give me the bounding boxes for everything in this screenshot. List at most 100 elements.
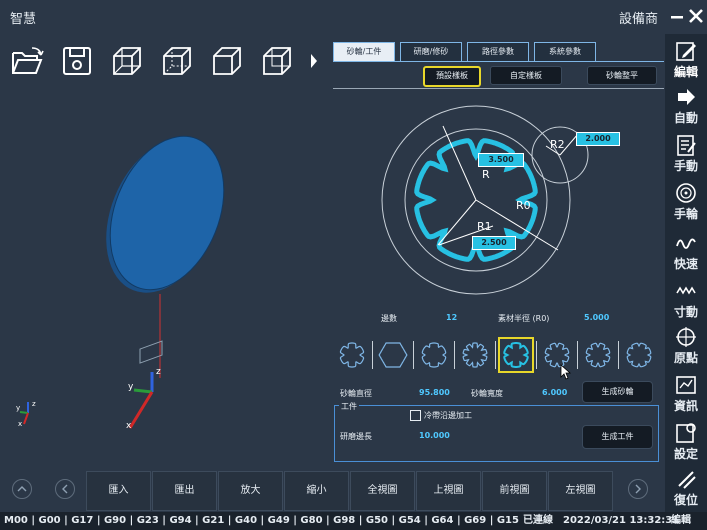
- view-shaded-button[interactable]: [210, 44, 244, 78]
- scroll-right-button[interactable]: [628, 479, 648, 499]
- cube-solid-icon: [213, 47, 241, 75]
- sidebar-item-handwheel[interactable]: 手輪: [665, 180, 707, 224]
- edges-label: 邊數: [381, 314, 397, 323]
- profile-diagram: R2 R R1 R0: [381, 105, 589, 295]
- front-view-button[interactable]: 前視圖: [482, 471, 547, 511]
- info-chart-icon: [676, 376, 696, 394]
- settings-gear-icon: [676, 423, 696, 443]
- tab-system-params[interactable]: 系統參數: [534, 42, 596, 61]
- preset-template-button[interactable]: 預設樣板: [423, 66, 481, 87]
- floppy-disk-icon: [63, 47, 91, 75]
- chevron-left-icon: [62, 484, 68, 494]
- cube-hidden-line-icon: [163, 47, 191, 75]
- sidebar-item-edit[interactable]: 編輯: [665, 38, 707, 82]
- r1-value-box[interactable]: 2.500: [472, 236, 516, 250]
- scroll-left-button[interactable]: [55, 479, 75, 499]
- workpiece-title: 工件: [339, 401, 359, 412]
- chevron-up-icon: [17, 486, 27, 492]
- sidebar-item-settings[interactable]: 設定: [665, 420, 707, 464]
- svg-text:y: y: [16, 404, 20, 412]
- shape-template-2: [378, 341, 414, 369]
- full-view-button[interactable]: 全視圖: [350, 471, 415, 511]
- tab-divider: [333, 61, 664, 62]
- rapid-wave-icon: [676, 238, 696, 249]
- tab-grind-dress[interactable]: 研磨/修砂: [400, 42, 462, 61]
- handwheel-icon: [676, 183, 696, 203]
- left-view-button[interactable]: 左視圖: [548, 471, 613, 511]
- wheel-flatten-button[interactable]: 砂輪整平: [587, 66, 657, 85]
- save-button[interactable]: [60, 44, 94, 78]
- generate-wheel-button[interactable]: 生成砂輪: [582, 381, 653, 403]
- shape-template-8: [626, 342, 652, 368]
- cube-wireframe-icon: [113, 47, 141, 75]
- sidebar-item-info[interactable]: 資訊: [665, 372, 707, 416]
- shape-template-4: [462, 341, 496, 369]
- shape-template-5: [498, 337, 537, 373]
- svg-text:z: z: [32, 400, 36, 408]
- gcode-status: M00 | G00 | G17 | G90 | G23 | G94 | G21 …: [4, 515, 519, 526]
- r2-label: R2: [550, 138, 565, 151]
- tab-wheel-workpiece[interactable]: 砂輪/工件: [333, 42, 395, 61]
- mode-status: 編輯: [671, 515, 691, 526]
- custom-template-button[interactable]: 自定樣板: [490, 66, 562, 85]
- sidebar-item-jog[interactable]: 寸動: [665, 278, 707, 322]
- wheel-diameter-value[interactable]: 95.800: [419, 388, 450, 397]
- r0-label: R0: [516, 199, 531, 212]
- grind-length-label: 研磨邊長: [340, 432, 372, 441]
- zoom-in-button[interactable]: 放大: [218, 471, 283, 511]
- sidebar-item-rapid[interactable]: 快速: [665, 230, 707, 274]
- zoom-out-button[interactable]: 縮小: [284, 471, 349, 511]
- import-button[interactable]: 匯入: [86, 471, 151, 511]
- r2-value-box[interactable]: 2.000: [576, 132, 620, 146]
- r-value-box[interactable]: 3.500: [478, 153, 524, 167]
- crosshair-icon: [676, 327, 696, 347]
- sidebar-item-origin[interactable]: 原點: [665, 324, 707, 368]
- minimize-icon[interactable]: [670, 6, 684, 26]
- view-shaded-edges-button[interactable]: [260, 44, 294, 78]
- close-icon[interactable]: [688, 6, 704, 26]
- title-bar: [0, 0, 707, 34]
- app-title: 智慧: [10, 12, 37, 27]
- mouse-cursor-icon: [560, 364, 572, 380]
- svg-text:z: z: [156, 367, 161, 377]
- sidebar-item-auto[interactable]: 自動: [665, 84, 707, 128]
- r1-label: R1: [477, 220, 492, 233]
- cube-edges-icon: [263, 47, 291, 75]
- scroll-up-button[interactable]: [12, 479, 32, 499]
- wheel-width-value[interactable]: 6.000: [542, 388, 567, 397]
- svg-text:x: x: [126, 421, 132, 431]
- material-radius-label: 素材半徑 (R0): [498, 314, 550, 323]
- generate-workpiece-button[interactable]: 生成工件: [582, 425, 653, 449]
- sidebar-item-manual[interactable]: 手動: [665, 132, 707, 176]
- mini-axes: z y x: [16, 400, 36, 428]
- wheel-diameter-label: 砂輪直徑: [340, 389, 372, 398]
- material-radius-value[interactable]: 5.000: [584, 313, 609, 322]
- coordinate-axes: z y x: [126, 340, 163, 431]
- open-folder-button[interactable]: [10, 44, 44, 78]
- shape-template-row[interactable]: [334, 337, 664, 373]
- vendor-label: 設備商: [619, 12, 659, 27]
- edges-value[interactable]: 12: [446, 313, 457, 322]
- export-button[interactable]: 匯出: [152, 471, 217, 511]
- shape-template-1: [339, 341, 373, 369]
- tab-path-params[interactable]: 路徑參數: [467, 42, 529, 61]
- grinding-wheel-model: [106, 135, 225, 293]
- view-wireframe-button[interactable]: [110, 44, 144, 78]
- coolant-label: 冷帶沿邊加工: [424, 411, 472, 420]
- coolant-checkbox[interactable]: [410, 410, 421, 421]
- shape-template-3: [421, 341, 455, 369]
- top-view-button[interactable]: 上視圖: [416, 471, 481, 511]
- sidebar-item-reset[interactable]: 復位: [665, 466, 707, 510]
- reset-slash-icon: [678, 471, 696, 489]
- jog-zigzag-icon: [676, 286, 696, 295]
- chevron-right-icon[interactable]: [309, 52, 319, 70]
- 3d-viewport[interactable]: z y x z y x: [0, 90, 330, 465]
- chevron-right-small-icon: [635, 484, 641, 494]
- svg-text:x: x: [18, 420, 22, 428]
- manual-document-icon: [677, 135, 696, 156]
- view-hidden-line-button[interactable]: [160, 44, 194, 78]
- connection-status: 已連線: [523, 515, 553, 526]
- folder-open-icon: [12, 47, 44, 74]
- grind-length-value[interactable]: 10.000: [419, 431, 450, 440]
- datetime-display: 2022/03/21 13:32:31: [563, 515, 680, 526]
